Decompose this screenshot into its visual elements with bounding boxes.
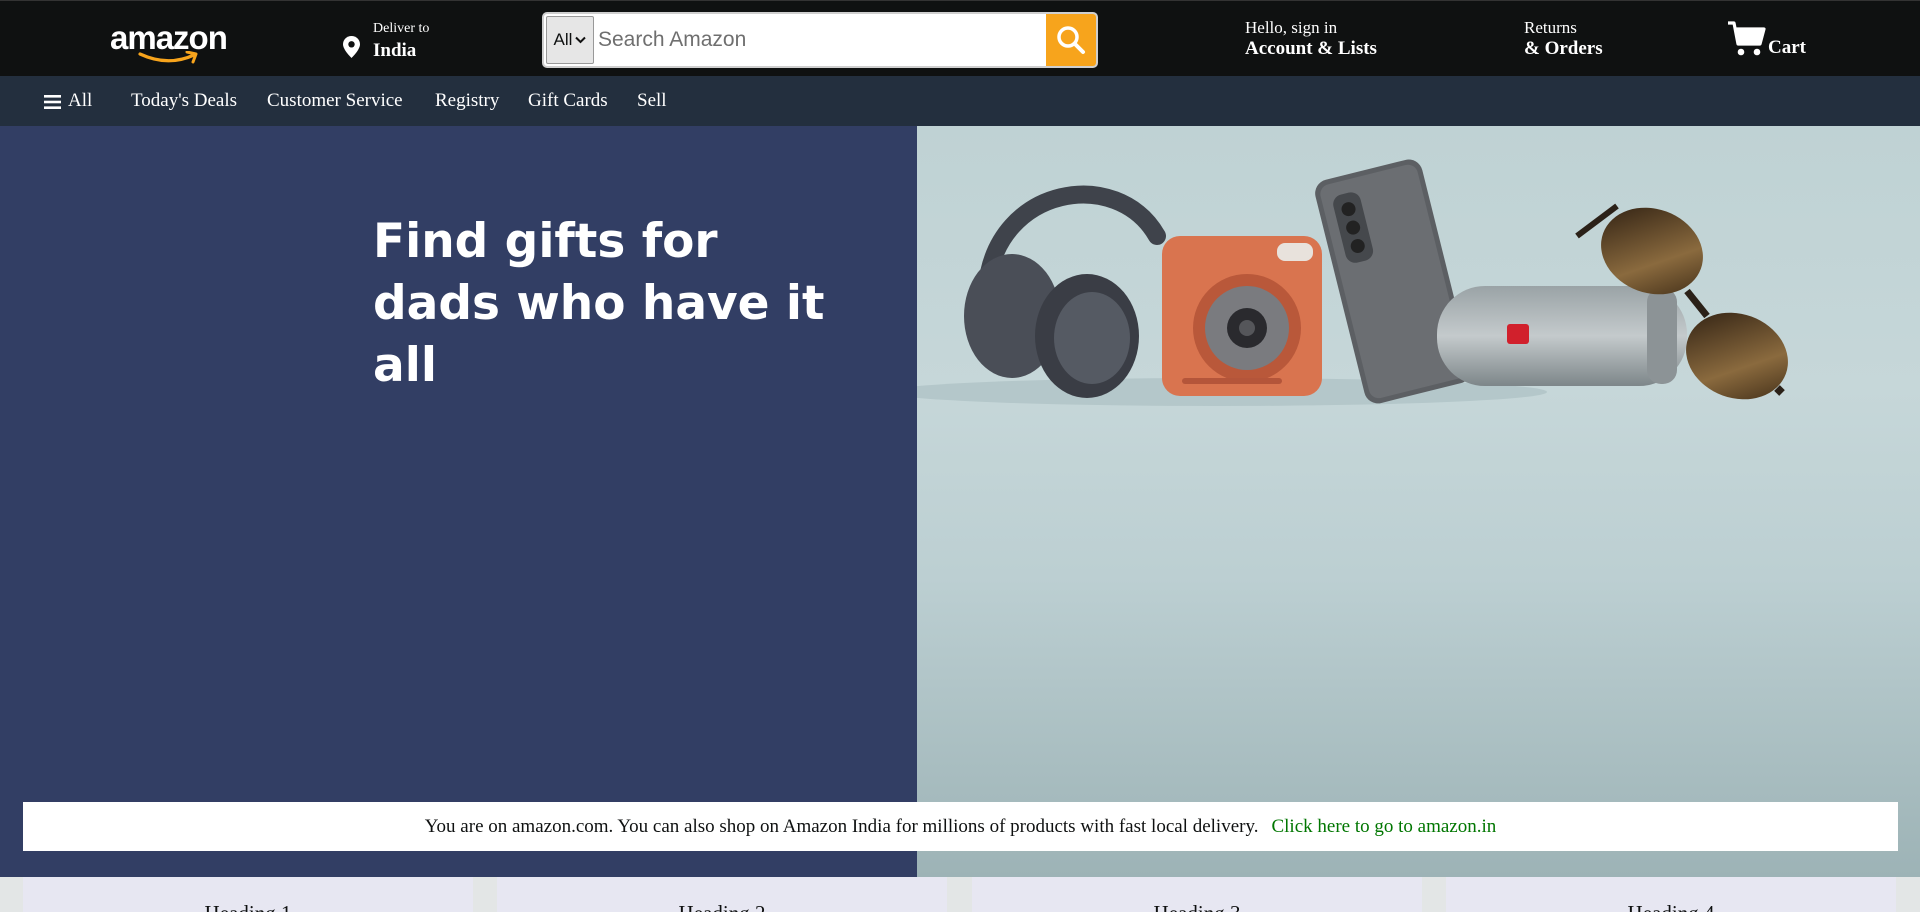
gift-products-illustration <box>917 159 1788 406</box>
smile-arrow-icon <box>138 51 198 64</box>
card-heading: Heading 2 <box>497 877 947 912</box>
nav-sell[interactable]: Sell <box>637 90 667 112</box>
hero-left-panel: Find gifts for dads who have it all <box>0 126 917 877</box>
card-heading: Heading 4 <box>1446 877 1896 912</box>
hero-title-line-2: dads who have it all <box>373 276 825 393</box>
locale-notice: You are on amazon.com. You can also shop… <box>23 802 1898 851</box>
locale-notice-message: You are on amazon.com. You can also shop… <box>424 815 1259 837</box>
nav-customer-service[interactable]: Customer Service <box>267 90 403 112</box>
card-2[interactable]: Heading 2 <box>497 877 947 912</box>
orders-label: & Orders <box>1524 38 1603 59</box>
account-lists[interactable]: Hello, sign in Account & Lists <box>1245 18 1377 60</box>
search-input[interactable] <box>596 14 1046 66</box>
card-3[interactable]: Heading 3 <box>972 877 1422 912</box>
account-lists-label: Account & Lists <box>1245 38 1377 59</box>
search-category-value: All <box>553 30 573 49</box>
all-menu-label: All <box>68 90 93 111</box>
deliver-to-country: India <box>373 40 417 61</box>
amazon-logo[interactable]: amazon <box>110 19 228 69</box>
hamburger-icon <box>44 94 61 109</box>
hero-title: Find gifts for dads who have it all <box>373 211 893 397</box>
search-icon <box>1057 26 1085 54</box>
nav-gift-cards[interactable]: Gift Cards <box>528 90 608 112</box>
speaker-graphic <box>1437 286 1687 386</box>
top-nav: amazon Deliver to India All Hello <box>0 0 1920 76</box>
instant-camera-graphic <box>1162 236 1322 396</box>
card-row: Heading 1 Heading 2 Heading 3 Heading 4 <box>0 877 1920 912</box>
hero-title-line-1: Find gifts for <box>373 214 718 269</box>
nav-registry[interactable]: Registry <box>435 90 499 112</box>
location-pin-icon <box>343 36 360 58</box>
returns-orders[interactable]: Returns & Orders <box>1524 18 1603 60</box>
all-menu-button[interactable]: All <box>44 90 92 112</box>
card-1[interactable]: Heading 1 <box>23 877 473 912</box>
hero-product-image <box>917 126 1920 877</box>
returns-label: Returns <box>1524 18 1577 37</box>
search-category-select[interactable]: All <box>546 16 594 64</box>
search-button[interactable] <box>1046 14 1096 66</box>
deliver-to-label: Deliver to <box>373 21 430 36</box>
go-to-amazon-in-link[interactable]: Click here to go to amazon.in <box>1271 816 1496 838</box>
chevron-down-icon <box>575 36 587 44</box>
search-bar: All <box>542 12 1098 68</box>
cart-label: Cart <box>1768 37 1806 58</box>
card-4[interactable]: Heading 4 <box>1446 877 1896 912</box>
headphones-graphic <box>964 185 1166 398</box>
hero-banner[interactable]: Find gifts for dads who have it all <box>0 126 1920 877</box>
account-greeting: Hello, sign in <box>1245 18 1338 37</box>
sub-nav: All Today's Deals Customer Service Regis… <box>0 76 1920 126</box>
card-heading: Heading 1 <box>23 877 473 912</box>
cart-icon <box>1728 21 1766 56</box>
card-heading: Heading 3 <box>972 877 1422 912</box>
nav-todays-deals[interactable]: Today's Deals <box>131 90 237 112</box>
logo-text: amazon <box>110 19 228 56</box>
